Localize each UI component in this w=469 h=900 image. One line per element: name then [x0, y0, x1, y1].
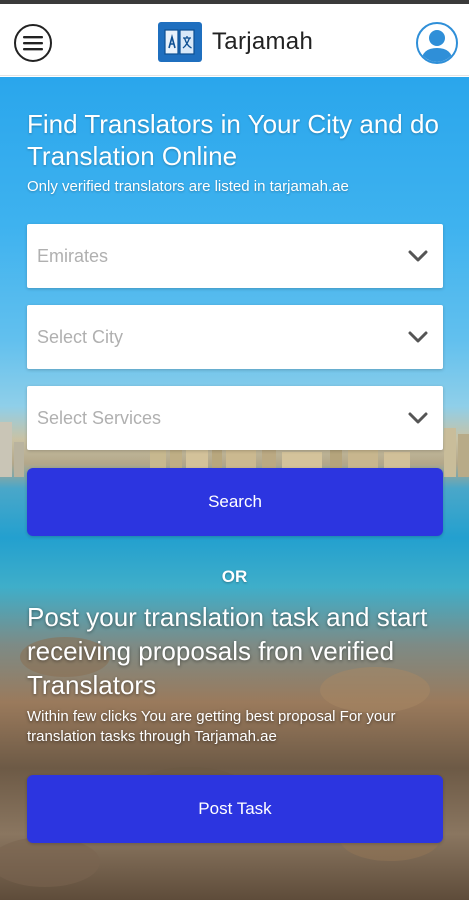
country-select-placeholder: Emirates [37, 245, 109, 266]
country-select[interactable]: Emirates [27, 224, 443, 288]
brand[interactable]: Tarjamah [158, 20, 313, 64]
chevron-down-icon [408, 331, 428, 343]
city-select-placeholder: Select City [37, 326, 124, 347]
post-task-button[interactable]: Post Task [27, 775, 443, 843]
app-bar: Tarjamah [0, 4, 469, 76]
services-select[interactable]: Select Services [27, 386, 443, 450]
or-divider: OR [221, 567, 248, 586]
hero-headline: Find Translators in Your City and do Tra… [27, 109, 439, 171]
menu-button[interactable] [14, 24, 52, 62]
chevron-down-icon [408, 250, 428, 262]
profile-button[interactable] [416, 22, 458, 64]
post-task-heading: Post your translation task and start rec… [27, 602, 428, 700]
post-task-description: Within few clicks You are getting best p… [27, 708, 396, 745]
rock-decoration [0, 837, 100, 887]
user-profile-icon [421, 30, 453, 62]
services-select-placeholder: Select Services [37, 407, 162, 428]
app-name: Tarjamah [212, 28, 314, 55]
city-select[interactable]: Select City [27, 305, 443, 369]
translate-book-icon [158, 22, 202, 62]
search-button[interactable]: Search [27, 468, 443, 536]
hamburger-menu-icon [23, 36, 43, 51]
hero-subline: Only verified translators are listed in … [27, 178, 349, 195]
chevron-down-icon [408, 412, 428, 424]
